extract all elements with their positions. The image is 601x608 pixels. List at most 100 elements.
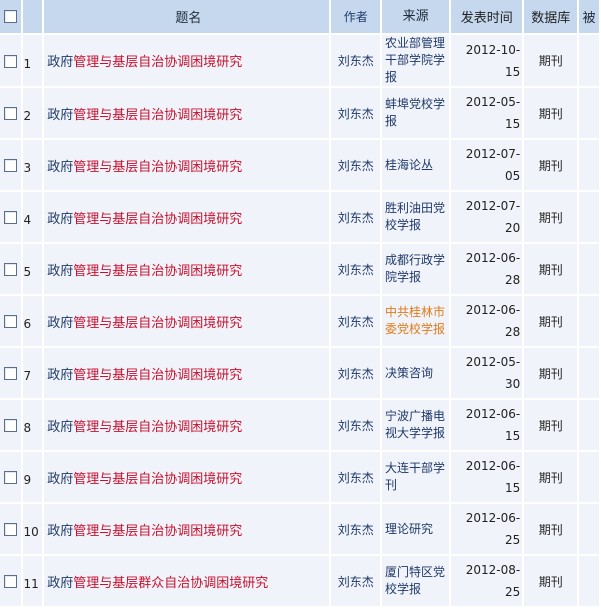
row-author-link[interactable]: 刘东杰 xyxy=(331,556,380,606)
row-database: 期刊 xyxy=(524,244,578,294)
row-checkbox[interactable] xyxy=(4,54,18,68)
row-title-link[interactable]: 政府管理与基层自治协调困境研究 xyxy=(44,35,330,86)
row-select-cell[interactable] xyxy=(0,504,22,554)
row-number: 9 xyxy=(23,452,43,502)
row-source-link[interactable]: 胜利油田党校学报 xyxy=(381,192,450,242)
date-year-month: 2012-06- xyxy=(465,407,521,421)
extra-header[interactable]: 被 xyxy=(579,0,599,33)
row-checkbox[interactable] xyxy=(4,315,18,328)
table-row: 10 政府管理与基层自治协调困境研究 刘东杰 理论研究 2012-06- 25 期… xyxy=(0,504,599,554)
row-author-link[interactable]: 刘东杰 xyxy=(331,88,380,138)
row-extra xyxy=(579,504,599,554)
date-year-month: 2012-05- xyxy=(465,355,521,369)
row-title-link[interactable]: 政府管理与基层自治协调困境研究 xyxy=(44,88,330,138)
row-number: 5 xyxy=(23,244,43,294)
title-prefix: 政府 xyxy=(47,471,74,487)
title-highlight: 管理与基层自治协调困境研究 xyxy=(73,523,243,539)
row-author-link[interactable]: 刘东杰 xyxy=(331,192,380,242)
row-database: 期刊 xyxy=(524,400,578,450)
row-source-link[interactable]: 桂海论丛 xyxy=(381,140,450,190)
title-highlight: 管理与基层自治协调困境研究 xyxy=(73,107,243,123)
row-title-link[interactable]: 政府管理与基层自治协调困境研究 xyxy=(44,192,330,242)
row-checkbox[interactable] xyxy=(4,159,18,172)
row-title-link[interactable]: 政府管理与基层自治协调困境研究 xyxy=(44,348,330,398)
row-source-link[interactable]: 厦门特区党校学报 xyxy=(381,556,450,606)
row-source-link[interactable]: 成都行政学院学报 xyxy=(381,244,450,294)
row-source-link[interactable]: 中共桂林市委党校学报 xyxy=(381,296,450,346)
title-highlight: 管理与基层自治协调困境研究 xyxy=(73,367,243,383)
row-author-link[interactable]: 刘东杰 xyxy=(331,400,380,450)
title-highlight: 管理与基层自治协调困境研究 xyxy=(73,159,243,175)
row-author-link[interactable]: 刘东杰 xyxy=(331,348,380,398)
row-date: 2012-07- 05 xyxy=(451,140,523,190)
row-select-cell[interactable] xyxy=(0,140,22,190)
row-title-link[interactable]: 政府管理与基层自治协调困境研究 xyxy=(44,296,330,346)
row-checkbox[interactable] xyxy=(4,263,18,276)
row-author-link[interactable]: 刘东杰 xyxy=(331,140,380,190)
row-database: 期刊 xyxy=(524,35,578,86)
row-date: 2012-07- 20 xyxy=(451,192,523,242)
date-year-month: 2012-06- xyxy=(465,251,521,265)
source-header[interactable]: 来源 xyxy=(381,0,450,33)
row-author-link[interactable]: 刘东杰 xyxy=(331,296,380,346)
row-select-cell[interactable] xyxy=(0,296,22,346)
row-author-link[interactable]: 刘东杰 xyxy=(331,504,380,554)
row-source-link[interactable]: 农业部管理干部学院学报 xyxy=(381,35,450,86)
row-select-cell[interactable] xyxy=(0,452,22,502)
date-day: 15 xyxy=(504,429,521,443)
database-header[interactable]: 数据库 xyxy=(524,0,578,33)
title-prefix: 政府 xyxy=(47,263,74,279)
table-row: 6 政府管理与基层自治协调困境研究 刘东杰 中共桂林市委党校学报 2012-06… xyxy=(0,296,599,346)
row-select-cell[interactable] xyxy=(0,348,22,398)
title-highlight: 管理与基层群众自治协调困境研究 xyxy=(73,575,269,591)
row-author-link[interactable]: 刘东杰 xyxy=(331,244,380,294)
row-title-link[interactable]: 政府管理与基层自治协调困境研究 xyxy=(44,504,330,554)
row-database: 期刊 xyxy=(524,296,578,346)
title-highlight: 管理与基层自治协调困境研究 xyxy=(73,471,243,487)
row-author-link[interactable]: 刘东杰 xyxy=(331,35,380,86)
row-select-cell[interactable] xyxy=(0,35,22,86)
date-year-month: 2012-06- xyxy=(465,459,521,473)
title-header[interactable]: 题名 xyxy=(44,0,330,33)
row-checkbox[interactable] xyxy=(4,419,18,432)
row-source-link[interactable]: 大连干部学刊 xyxy=(381,452,450,502)
row-select-cell[interactable] xyxy=(0,556,22,606)
date-day: 15 xyxy=(504,481,521,495)
row-source-link[interactable]: 宁波广播电视大学学报 xyxy=(381,400,450,450)
table-row: 4 政府管理与基层自治协调困境研究 刘东杰 胜利油田党校学报 2012-07- 2… xyxy=(0,192,599,242)
row-author-link[interactable]: 刘东杰 xyxy=(331,452,380,502)
row-title-link[interactable]: 政府管理与基层自治协调困境研究 xyxy=(44,244,330,294)
row-database: 期刊 xyxy=(524,348,578,398)
select-all-checkbox[interactable] xyxy=(4,10,18,23)
row-title-link[interactable]: 政府管理与基层自治协调困境研究 xyxy=(44,400,330,450)
date-header[interactable]: 发表时间 xyxy=(451,0,523,33)
row-select-cell[interactable] xyxy=(0,244,22,294)
row-checkbox[interactable] xyxy=(4,367,18,380)
row-title-link[interactable]: 政府管理与基层群众自治协调困境研究 xyxy=(44,556,330,606)
date-day: 20 xyxy=(504,221,521,235)
row-title-link[interactable]: 政府管理与基层自治协调困境研究 xyxy=(44,452,330,502)
row-title-link[interactable]: 政府管理与基层自治协调困境研究 xyxy=(44,140,330,190)
table-row: 1 政府管理与基层自治协调困境研究 刘东杰 农业部管理干部学院学报 2012-1… xyxy=(0,35,599,86)
title-prefix: 政府 xyxy=(47,315,74,331)
row-select-cell[interactable] xyxy=(0,88,22,138)
table-row: 8 政府管理与基层自治协调困境研究 刘东杰 宁波广播电视大学学报 2012-06… xyxy=(0,400,599,450)
row-checkbox[interactable] xyxy=(4,523,18,536)
row-checkbox[interactable] xyxy=(4,575,18,588)
row-source-link[interactable]: 决策咨询 xyxy=(381,348,450,398)
title-prefix: 政府 xyxy=(47,419,74,435)
row-select-cell[interactable] xyxy=(0,400,22,450)
row-date: 2012-05- 15 xyxy=(451,88,523,138)
row-date: 2012-06- 28 xyxy=(451,244,523,294)
row-checkbox[interactable] xyxy=(4,471,18,484)
author-header[interactable]: 作者 xyxy=(331,0,380,33)
row-source-link[interactable]: 理论研究 xyxy=(381,504,450,554)
row-checkbox[interactable] xyxy=(4,107,18,120)
select-all-header[interactable] xyxy=(0,0,22,33)
row-source-link[interactable]: 蚌埠党校学报 xyxy=(381,88,450,138)
row-checkbox[interactable] xyxy=(4,211,18,224)
date-day: 25 xyxy=(504,585,521,599)
title-prefix: 政府 xyxy=(47,523,74,539)
row-extra xyxy=(579,88,599,138)
row-select-cell[interactable] xyxy=(0,192,22,242)
